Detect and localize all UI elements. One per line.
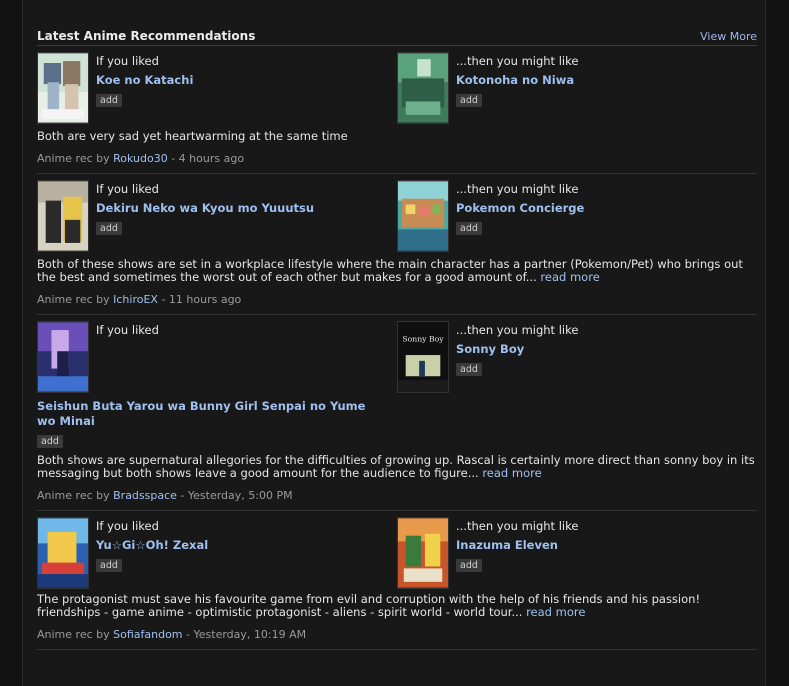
recommended-anime-title[interactable]: Kotonoha no Niwa: [456, 73, 578, 88]
if-liked-label: If you liked: [96, 54, 159, 68]
cover-pokemon-concierge[interactable]: [397, 180, 449, 252]
recommended-anime: Sonny Boy ...then you might like Sonny B…: [397, 321, 757, 448]
cover-yugioh-zexal[interactable]: [37, 517, 89, 589]
read-more-link[interactable]: read more: [526, 605, 585, 619]
recommended-anime-title[interactable]: Sonny Boy: [456, 342, 578, 357]
page-container: Latest Anime Recommendations View More I…: [22, 0, 766, 686]
recommendation-description: Both of these shows are set in a workpla…: [37, 258, 757, 284]
add-button[interactable]: add: [96, 222, 122, 235]
description-text: Both are very sad yet heartwarming at th…: [37, 129, 348, 143]
recommendation-meta: Anime rec by Rokudo30 - 4 hours ago: [37, 152, 757, 165]
add-button[interactable]: add: [456, 222, 482, 235]
recommendation-pair: If you liked Koe no Katachi add ...then …: [37, 52, 757, 124]
read-more-link[interactable]: read more: [540, 270, 599, 284]
rec-by-label: Anime rec by: [37, 489, 110, 502]
add-button[interactable]: add: [456, 559, 482, 572]
recommendation-meta: Anime rec by Bradsspace - Yesterday, 5:0…: [37, 489, 757, 502]
recommended-anime: ...then you might like Kotonoha no Niwa …: [397, 52, 757, 124]
recommendation-description: The protagonist must save his favourite …: [37, 593, 757, 619]
timestamp: - Yesterday, 10:19 AM: [186, 628, 307, 641]
if-liked-label: If you liked: [96, 519, 159, 533]
cover-bunny-girl-senpai[interactable]: [37, 321, 89, 393]
then-like-label: ...then you might like: [456, 182, 579, 196]
liked-anime: If you liked Seishun Buta Yarou wa Bunny…: [37, 321, 397, 448]
recommendation-item: If you liked Koe no Katachi add ...then …: [37, 46, 757, 174]
liked-anime-title[interactable]: Dekiru Neko wa Kyou mo Yuuutsu: [96, 201, 314, 216]
recommendation-item: If you liked Seishun Buta Yarou wa Bunny…: [37, 315, 757, 511]
add-button[interactable]: add: [37, 435, 63, 448]
cover-koe-no-katachi[interactable]: [37, 52, 89, 124]
view-more-link[interactable]: View More: [700, 30, 757, 43]
liked-anime-title[interactable]: Koe no Katachi: [96, 73, 193, 88]
add-button[interactable]: add: [456, 94, 482, 107]
description-text: Both of these shows are set in a workpla…: [37, 257, 743, 284]
section-title: Latest Anime Recommendations: [37, 29, 256, 43]
recommendation-pair: If you liked Seishun Buta Yarou wa Bunny…: [37, 321, 757, 448]
recommended-anime-title[interactable]: Inazuma Eleven: [456, 538, 578, 553]
then-like-label: ...then you might like: [456, 323, 579, 337]
section-header: Latest Anime Recommendations View More: [37, 26, 757, 46]
rec-by-label: Anime rec by: [37, 152, 110, 165]
sonny-boy-cover-text: Sonny Boy: [402, 335, 444, 344]
recommendation-item: If you liked Dekiru Neko wa Kyou mo Yuuu…: [37, 174, 757, 315]
user-link[interactable]: IchiroEX: [113, 293, 158, 306]
cover-dekiru-neko[interactable]: [37, 180, 89, 252]
read-more-link[interactable]: read more: [482, 466, 541, 480]
recommended-anime: ...then you might like Pokemon Concierge…: [397, 180, 757, 252]
user-link[interactable]: Rokudo30: [113, 152, 168, 165]
liked-anime: If you liked Koe no Katachi add: [37, 52, 397, 124]
recommendation-item: If you liked Yu☆Gi☆Oh! Zexal add ...then…: [37, 511, 757, 650]
add-button[interactable]: add: [456, 363, 482, 376]
liked-anime: If you liked Dekiru Neko wa Kyou mo Yuuu…: [37, 180, 397, 252]
then-like-label: ...then you might like: [456, 519, 579, 533]
cover-kotonoha-no-niwa[interactable]: [397, 52, 449, 124]
if-liked-label: If you liked: [96, 182, 159, 196]
liked-anime: If you liked Yu☆Gi☆Oh! Zexal add: [37, 517, 397, 589]
recommended-anime: ...then you might like Inazuma Eleven ad…: [397, 517, 757, 589]
timestamp: - 4 hours ago: [171, 152, 245, 165]
recommended-anime-title[interactable]: Pokemon Concierge: [456, 201, 584, 216]
recommendation-pair: If you liked Dekiru Neko wa Kyou mo Yuuu…: [37, 180, 757, 252]
user-link[interactable]: Sofiafandom: [113, 628, 182, 641]
add-button[interactable]: add: [96, 94, 122, 107]
liked-anime-title[interactable]: Yu☆Gi☆Oh! Zexal: [96, 538, 208, 553]
anime-recommendations-section: Latest Anime Recommendations View More I…: [37, 26, 757, 650]
if-liked-label: If you liked: [96, 323, 159, 337]
recommendation-meta: Anime rec by IchiroEX - 11 hours ago: [37, 293, 757, 306]
recommendation-description: Both are very sad yet heartwarming at th…: [37, 130, 757, 143]
recommendation-pair: If you liked Yu☆Gi☆Oh! Zexal add ...then…: [37, 517, 757, 589]
timestamp: - Yesterday, 5:00 PM: [180, 489, 293, 502]
cover-inazuma-eleven[interactable]: [397, 517, 449, 589]
description-text: The protagonist must save his favourite …: [37, 592, 701, 619]
description-text: Both shows are supernatural allegories f…: [37, 453, 755, 480]
timestamp: - 11 hours ago: [161, 293, 242, 306]
liked-anime-title[interactable]: Seishun Buta Yarou wa Bunny Girl Senpai …: [37, 399, 382, 429]
rec-by-label: Anime rec by: [37, 293, 110, 306]
cover-sonny-boy[interactable]: Sonny Boy: [397, 321, 449, 393]
add-button[interactable]: add: [96, 559, 122, 572]
user-link[interactable]: Bradsspace: [113, 489, 177, 502]
recommendation-meta: Anime rec by Sofiafandom - Yesterday, 10…: [37, 628, 757, 641]
rec-by-label: Anime rec by: [37, 628, 110, 641]
recommendation-description: Both shows are supernatural allegories f…: [37, 454, 757, 480]
then-like-label: ...then you might like: [456, 54, 579, 68]
